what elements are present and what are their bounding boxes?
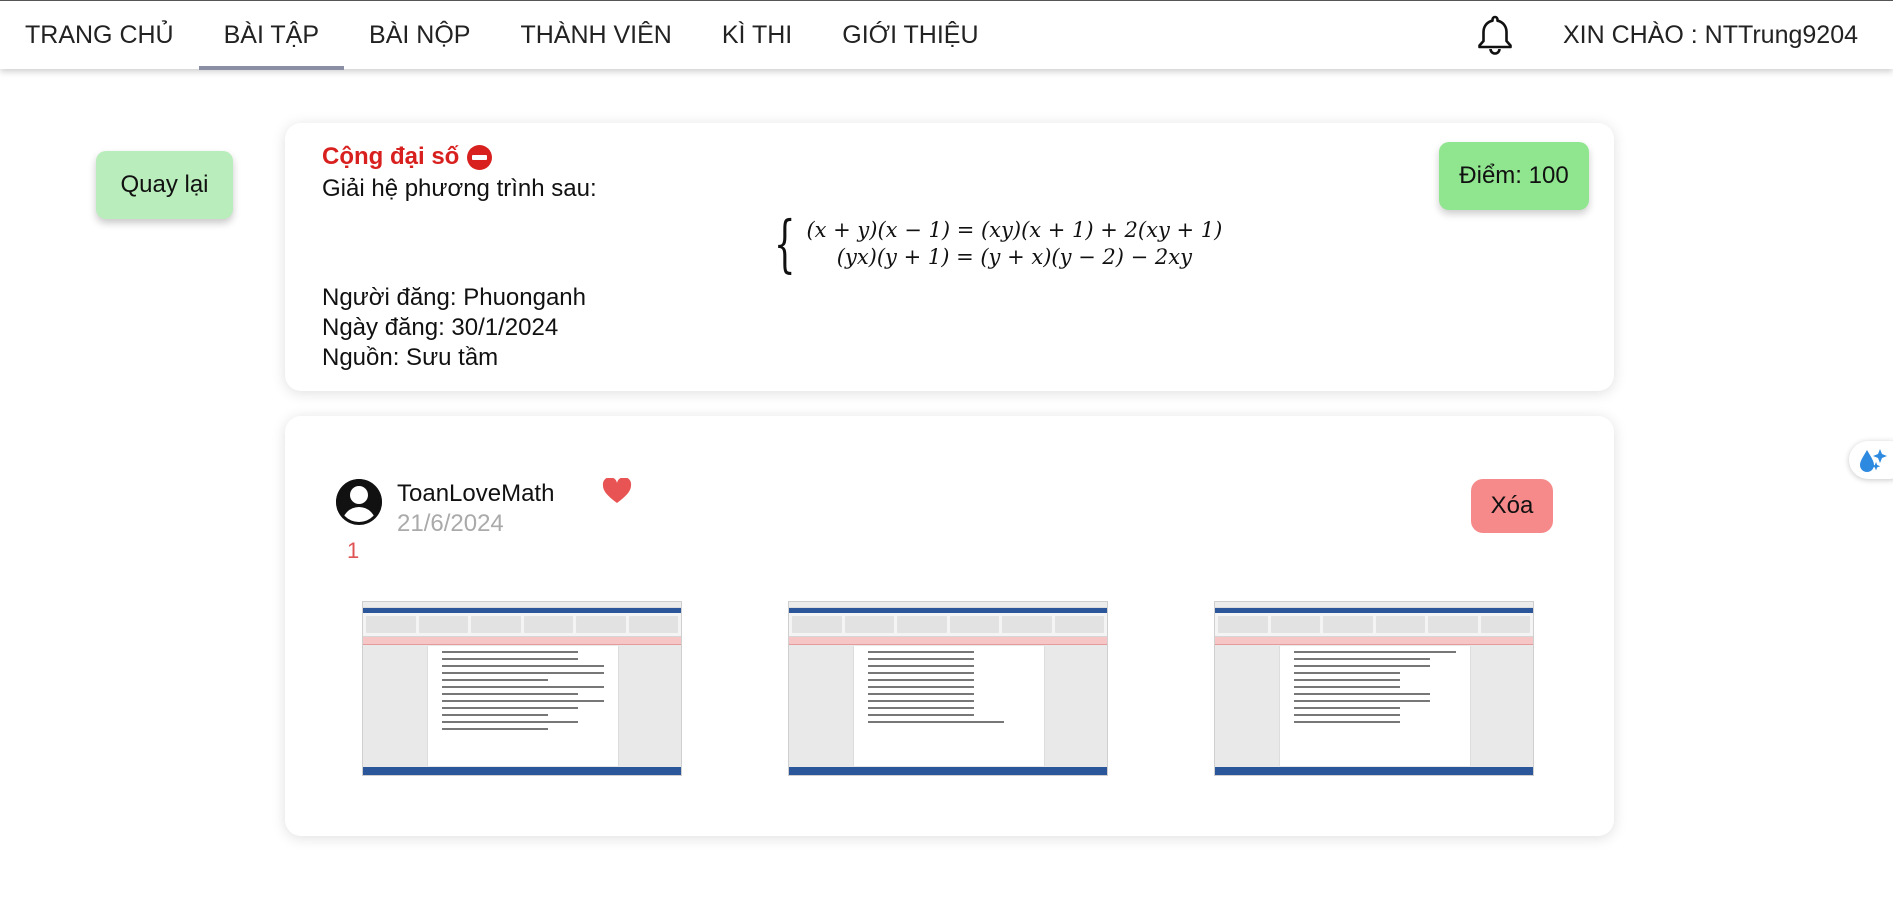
sparkle-drop-icon [1860,449,1887,472]
submission-username[interactable]: ToanLoveMath [397,480,554,508]
back-button[interactable]: Quay lại [96,151,233,219]
submission-image-2[interactable] [788,601,1108,776]
top-navbar: TRANG CHỦ BÀI TẬP BÀI NỘP THÀNH VIÊN KÌ … [0,0,1893,70]
heart-icon[interactable] [602,478,632,504]
submission-card: ToanLoveMath 21/6/2024 1 Xóa [285,416,1614,836]
equation-system: { (x + y)(x − 1) = (xy)(x + 1) + 2(xy + … [765,213,1222,275]
posted-date: Ngày đăng: 30/1/2024 [322,314,559,341]
nav-item-bai-tap[interactable]: BÀI TẬP [198,1,345,70]
avatar[interactable] [336,479,382,525]
score-badge[interactable]: Điểm: 100 [1439,142,1589,210]
problem-meta: Người đăng: Phuonganh Ngày đăng: 30/1/20… [322,283,586,373]
submission-image-1[interactable] [362,601,682,776]
brace-icon: { [773,207,796,280]
equation-1: (x + y)(x − 1) = (xy)(x + 1) + 2(xy + 1) [806,218,1223,242]
problem-card: Cộng đại số Giải hệ phương trình sau: { … [285,123,1614,391]
problem-title-text: Cộng đại số [322,143,460,170]
minus-circle-icon [467,144,493,170]
like-count: 1 [347,538,360,563]
equation-2: (yx)(y + 1) = (y + x)(y − 2) − 2xy [836,245,1192,269]
delete-button[interactable]: Xóa [1471,479,1553,533]
main-nav: TRANG CHỦ BÀI TẬP BÀI NỘP THÀNH VIÊN KÌ … [0,1,1004,70]
problem-description: Giải hệ phương trình sau: [322,175,597,202]
problem-title: Cộng đại số [322,143,493,171]
problem-source: Nguồn: Sưu tầm [322,344,499,371]
submission-image-3[interactable] [1214,601,1534,776]
nav-item-trang-chu[interactable]: TRANG CHỦ [0,1,199,70]
nav-item-thanh-vien[interactable]: THÀNH VIÊN [495,1,696,70]
posted-by: Người đăng: Phuonganh [322,284,586,311]
nav-item-gioi-thieu[interactable]: GIỚI THIỆU [817,1,1003,70]
assistant-widget-button[interactable] [1849,441,1893,479]
submission-date: 21/6/2024 [397,510,504,537]
nav-item-bai-nop[interactable]: BÀI NỘP [344,1,495,70]
user-greeting[interactable]: XIN CHÀO : NTTrung9204 [1563,1,1858,70]
bell-icon[interactable] [1473,13,1517,57]
nav-item-ki-thi[interactable]: KÌ THI [697,1,817,70]
